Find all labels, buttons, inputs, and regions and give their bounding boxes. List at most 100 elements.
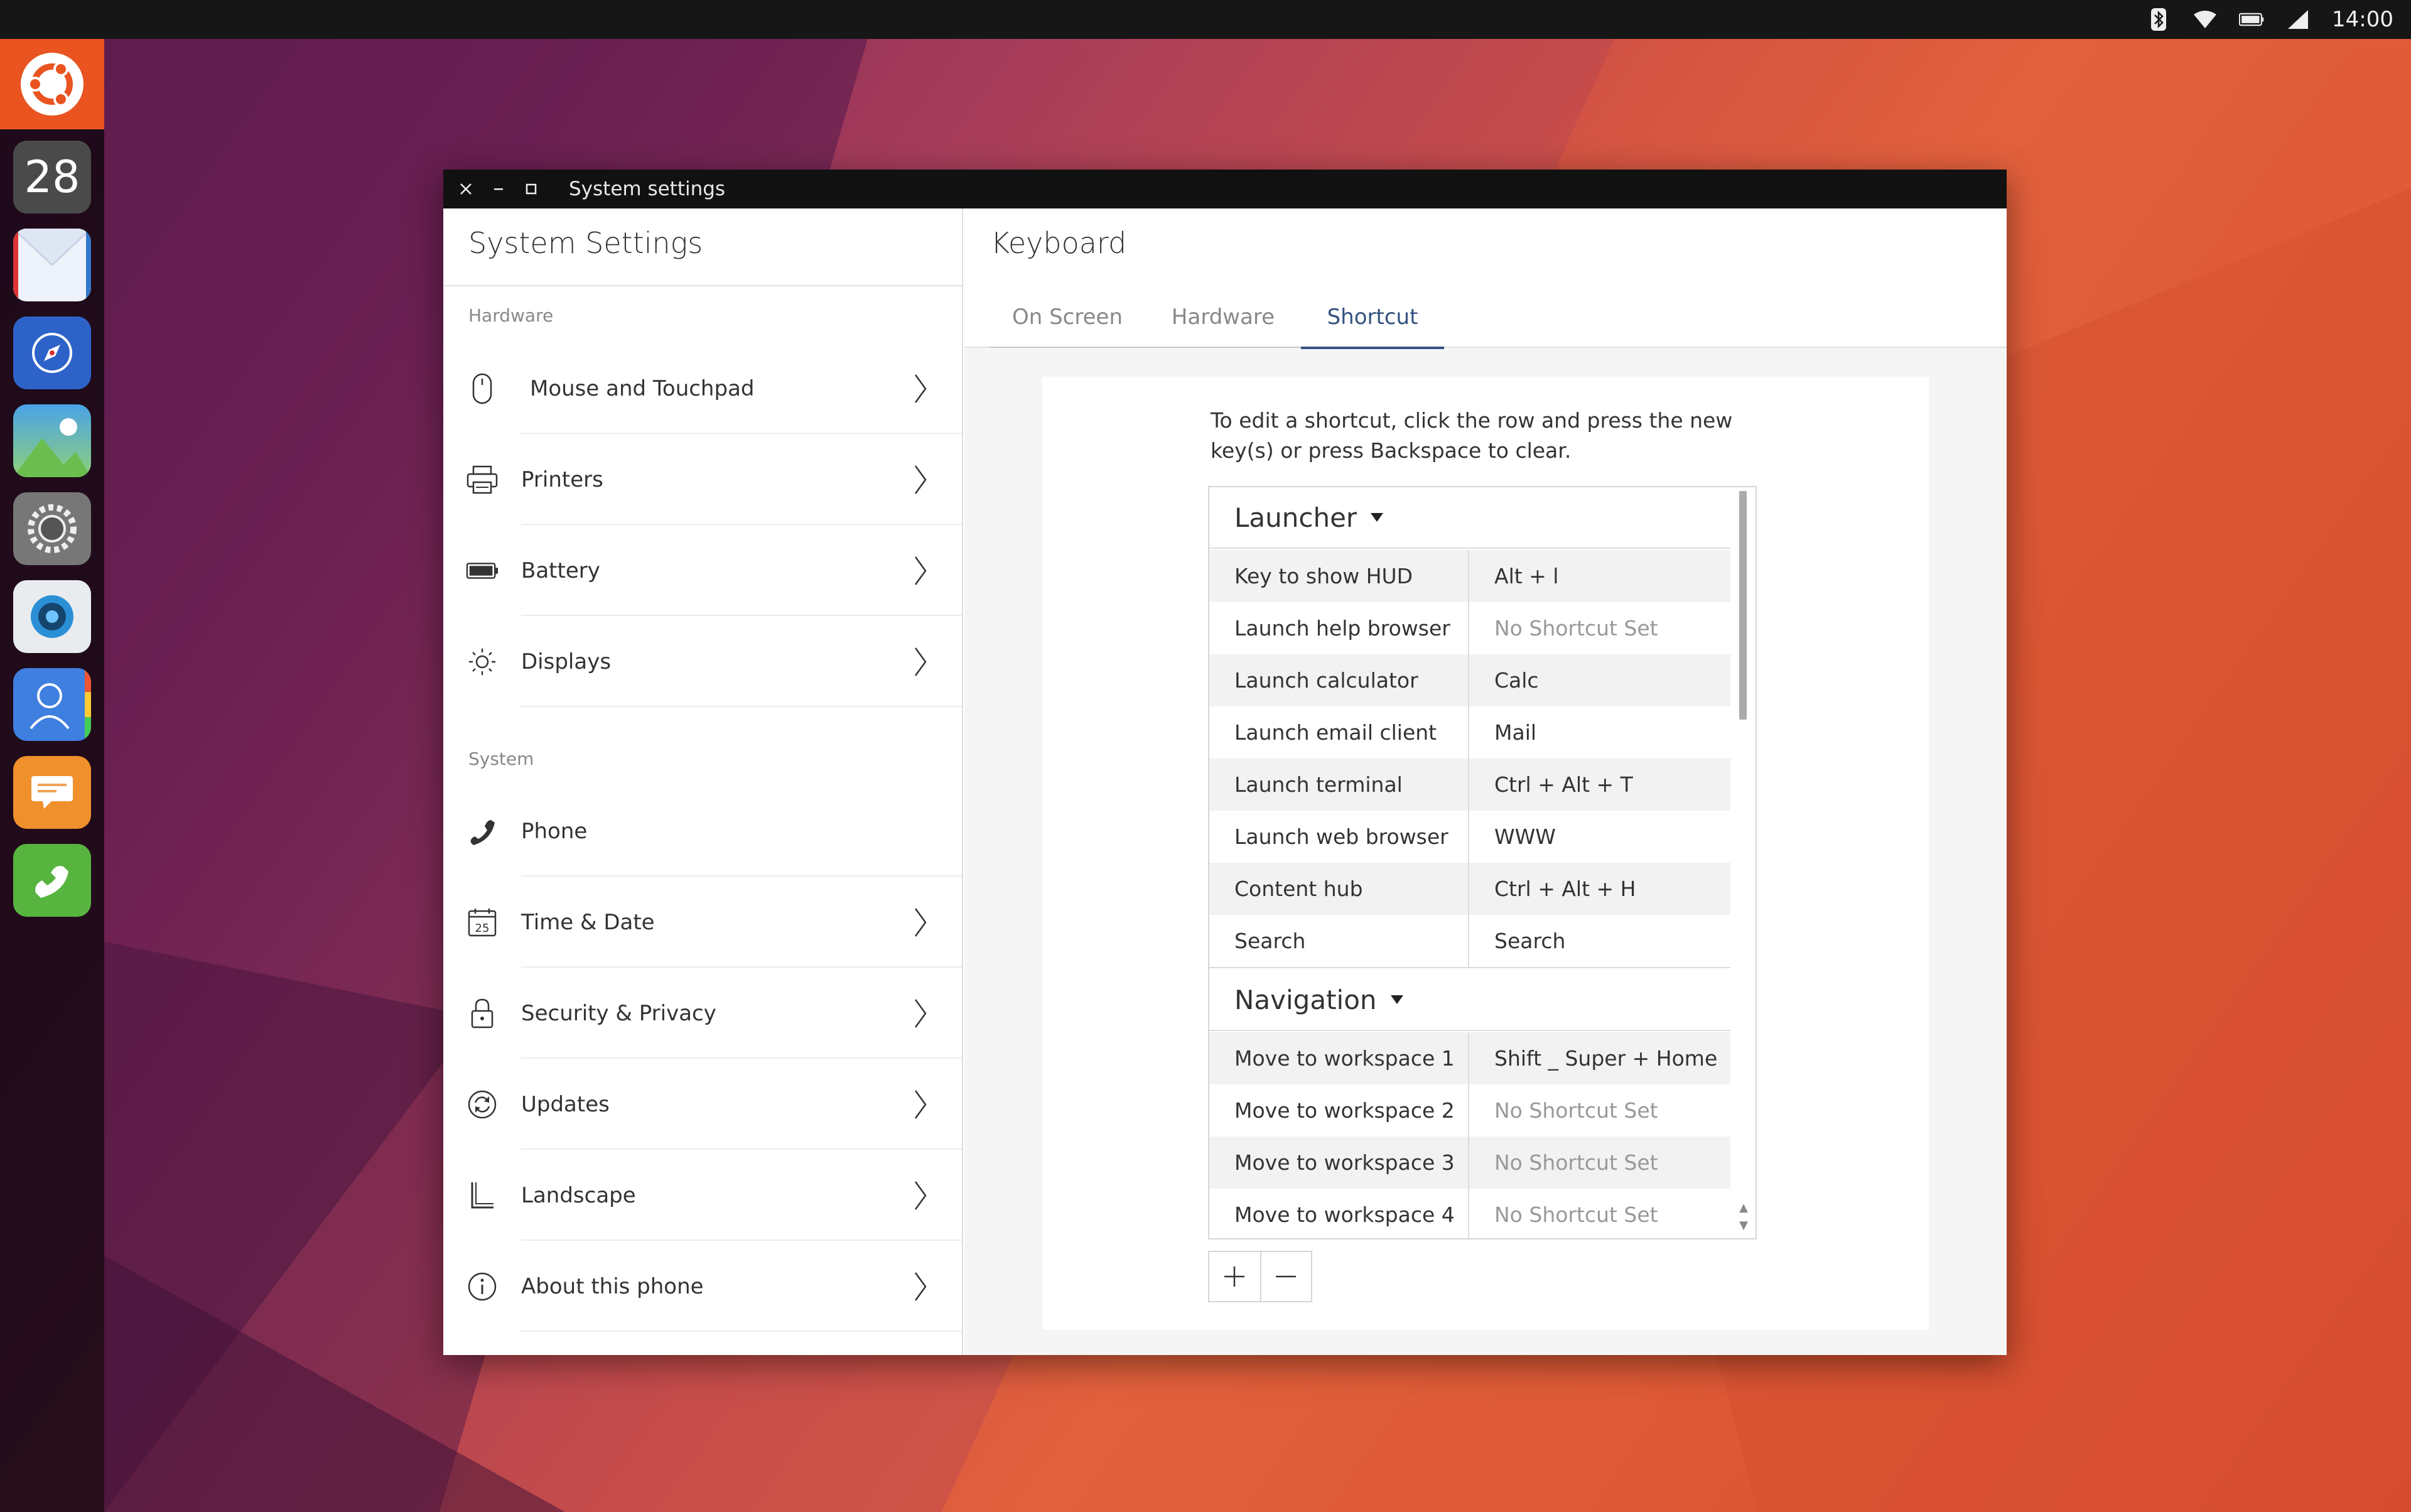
- shortcut-row[interactable]: Launch email client Mail: [1209, 706, 1733, 759]
- chevron-right-icon: [914, 465, 927, 494]
- window-titlebar[interactable]: System settings: [443, 170, 2007, 208]
- tab-on-screen[interactable]: On Screen: [990, 286, 1145, 348]
- sidebar-item-label: Time & Date: [521, 909, 655, 935]
- sidebar-item-label: Landscape: [521, 1182, 636, 1208]
- clock[interactable]: 14:00: [2332, 7, 2393, 32]
- shortcut-keys: No Shortcut Set: [1494, 1098, 1658, 1123]
- tab-shortcut[interactable]: Shortcut: [1301, 286, 1444, 349]
- shortcut-row[interactable]: Search Search: [1209, 915, 1733, 968]
- keyboard-settings-pane: Keyboard On Screen Hardware Shortcut To …: [964, 208, 2007, 1355]
- sidebar-title: System Settings: [468, 226, 703, 260]
- scrollbar[interactable]: ▲ ▼: [1730, 487, 1756, 1238]
- chevron-right-icon: [914, 1180, 927, 1210]
- tab-bar: On Screen Hardware Shortcut: [964, 286, 2007, 349]
- launcher: 28: [0, 39, 104, 1512]
- sidebar-item-security-and-privacy[interactable]: Security & Privacy: [443, 968, 962, 1059]
- shortcut-row[interactable]: Move to workspace 1 Shift _ Super + Home: [1209, 1032, 1733, 1084]
- mail-app-icon[interactable]: [13, 229, 91, 301]
- shortcut-keys: Ctrl + Alt + T: [1494, 772, 1633, 797]
- shortcut-card: To edit a shortcut, click the row and pr…: [1042, 377, 1929, 1330]
- shortcut-keys: No Shortcut Set: [1494, 616, 1658, 640]
- bluetooth-icon[interactable]: [2146, 7, 2171, 32]
- wifi-icon[interactable]: [2193, 7, 2218, 32]
- group-header-navigation[interactable]: Navigation: [1209, 969, 1733, 1031]
- shortcut-keys: WWW: [1494, 824, 1556, 849]
- shortcut-row[interactable]: Content hub Ctrl + Alt + H: [1209, 863, 1733, 915]
- browser-app-icon[interactable]: [13, 316, 91, 389]
- maximize-icon[interactable]: [515, 170, 547, 208]
- system-settings-window: System settings System Settings Hardware…: [443, 170, 2007, 1355]
- sidebar-item-mouse-and-touchpad[interactable]: Mouse and Touchpad: [443, 343, 962, 434]
- shortcut-row[interactable]: Launch help browser No Shortcut Set: [1209, 602, 1733, 654]
- landscape-icon: [466, 1179, 499, 1212]
- chevron-right-icon: [914, 907, 927, 937]
- info-icon: [466, 1270, 499, 1303]
- shortcut-list[interactable]: Launcher Key to show HUD Alt + l Launch h…: [1208, 486, 1757, 1239]
- messaging-app-icon[interactable]: [13, 756, 91, 829]
- dropdown-arrow-icon: [1371, 513, 1384, 522]
- shortcut-row[interactable]: Key to show HUD Alt + l: [1209, 550, 1733, 602]
- chevron-right-icon: [914, 647, 927, 676]
- battery-icon: [466, 554, 499, 587]
- chevron-right-icon: [914, 998, 927, 1028]
- shortcut-action: Move to workspace 1: [1209, 1032, 1469, 1084]
- battery-status-icon[interactable]: [2239, 7, 2264, 32]
- sidebar-item-printers[interactable]: Printers: [443, 434, 962, 525]
- shortcut-hint: To edit a shortcut, click the row and pr…: [1211, 408, 1733, 463]
- sidebar-item-about-this-phone[interactable]: About this phone: [443, 1241, 962, 1332]
- sidebar-item-battery[interactable]: Battery: [443, 525, 962, 616]
- chevron-right-icon: [914, 556, 927, 585]
- printer-icon: [466, 463, 499, 496]
- signal-icon[interactable]: [2285, 7, 2311, 32]
- remove-shortcut-button[interactable]: [1259, 1252, 1311, 1301]
- chevron-right-icon: [914, 1089, 927, 1119]
- shortcut-action: Launch email client: [1209, 706, 1469, 759]
- shortcut-row[interactable]: Launch web browser WWW: [1209, 811, 1733, 863]
- sidebar-item-label: Battery: [521, 558, 600, 583]
- page-title: Keyboard: [991, 226, 1127, 260]
- pane-header: Keyboard: [964, 208, 2007, 286]
- tab-hardware[interactable]: Hardware: [1145, 286, 1301, 348]
- scrollbar-thumb[interactable]: [1739, 491, 1747, 720]
- camera-app-icon[interactable]: [13, 580, 91, 653]
- shortcut-keys: Calc: [1494, 668, 1539, 693]
- calendar-icon: 25: [466, 906, 499, 939]
- dialer-app-icon[interactable]: [13, 844, 91, 917]
- shortcut-action: Launch calculator: [1209, 654, 1469, 706]
- shortcut-row[interactable]: Move to workspace 3 No Shortcut Set: [1209, 1137, 1733, 1189]
- chevron-right-icon: [914, 374, 927, 403]
- gallery-app-icon[interactable]: [13, 404, 91, 477]
- scroll-down-icon[interactable]: ▼: [1739, 1219, 1748, 1232]
- shortcut-row[interactable]: Move to workspace 4 No Shortcut Set: [1209, 1189, 1733, 1238]
- shortcut-action: Move to workspace 2: [1209, 1084, 1469, 1137]
- sidebar-item-label: About this phone: [521, 1273, 704, 1299]
- sidebar-item-displays[interactable]: Displays: [443, 616, 962, 707]
- add-shortcut-button[interactable]: [1209, 1252, 1260, 1301]
- shortcut-action: Move to workspace 3: [1209, 1137, 1469, 1189]
- shortcut-row[interactable]: Move to workspace 2 No Shortcut Set: [1209, 1084, 1733, 1137]
- system-settings-app-icon[interactable]: [13, 492, 91, 565]
- sidebar-item-updates[interactable]: Updates: [443, 1059, 962, 1150]
- minimize-icon[interactable]: [482, 170, 515, 208]
- close-icon[interactable]: [450, 170, 482, 208]
- scroll-up-icon[interactable]: ▲: [1739, 1201, 1748, 1214]
- lock-icon: [466, 997, 499, 1030]
- sidebar-item-label: Security & Privacy: [521, 1000, 716, 1026]
- shortcut-keys: Search: [1494, 929, 1566, 953]
- contacts-app-icon[interactable]: [13, 668, 91, 741]
- sidebar-item-landscape[interactable]: Landscape: [443, 1150, 962, 1241]
- shortcut-row[interactable]: Launch calculator Calc: [1209, 654, 1733, 706]
- shortcut-row[interactable]: Launch terminal Ctrl + Alt + T: [1209, 759, 1733, 811]
- shortcut-action: Launch web browser: [1209, 811, 1469, 863]
- sidebar-item-phone[interactable]: Phone: [443, 786, 962, 877]
- calendar-app-icon[interactable]: 28: [13, 141, 91, 213]
- shortcut-keys: Ctrl + Alt + H: [1494, 877, 1636, 901]
- settings-sidebar: System Settings Hardware Mouse and Touch…: [443, 208, 963, 1355]
- chevron-right-icon: [914, 1272, 927, 1301]
- sidebar-item-time-and-date[interactable]: 25 Time & Date: [443, 877, 962, 968]
- group-header-launcher[interactable]: Launcher: [1209, 487, 1733, 549]
- plus-icon: [1224, 1266, 1245, 1287]
- shortcut-action: Search: [1209, 915, 1469, 967]
- group-name: Navigation: [1234, 984, 1377, 1015]
- ubuntu-logo-icon[interactable]: [0, 39, 104, 129]
